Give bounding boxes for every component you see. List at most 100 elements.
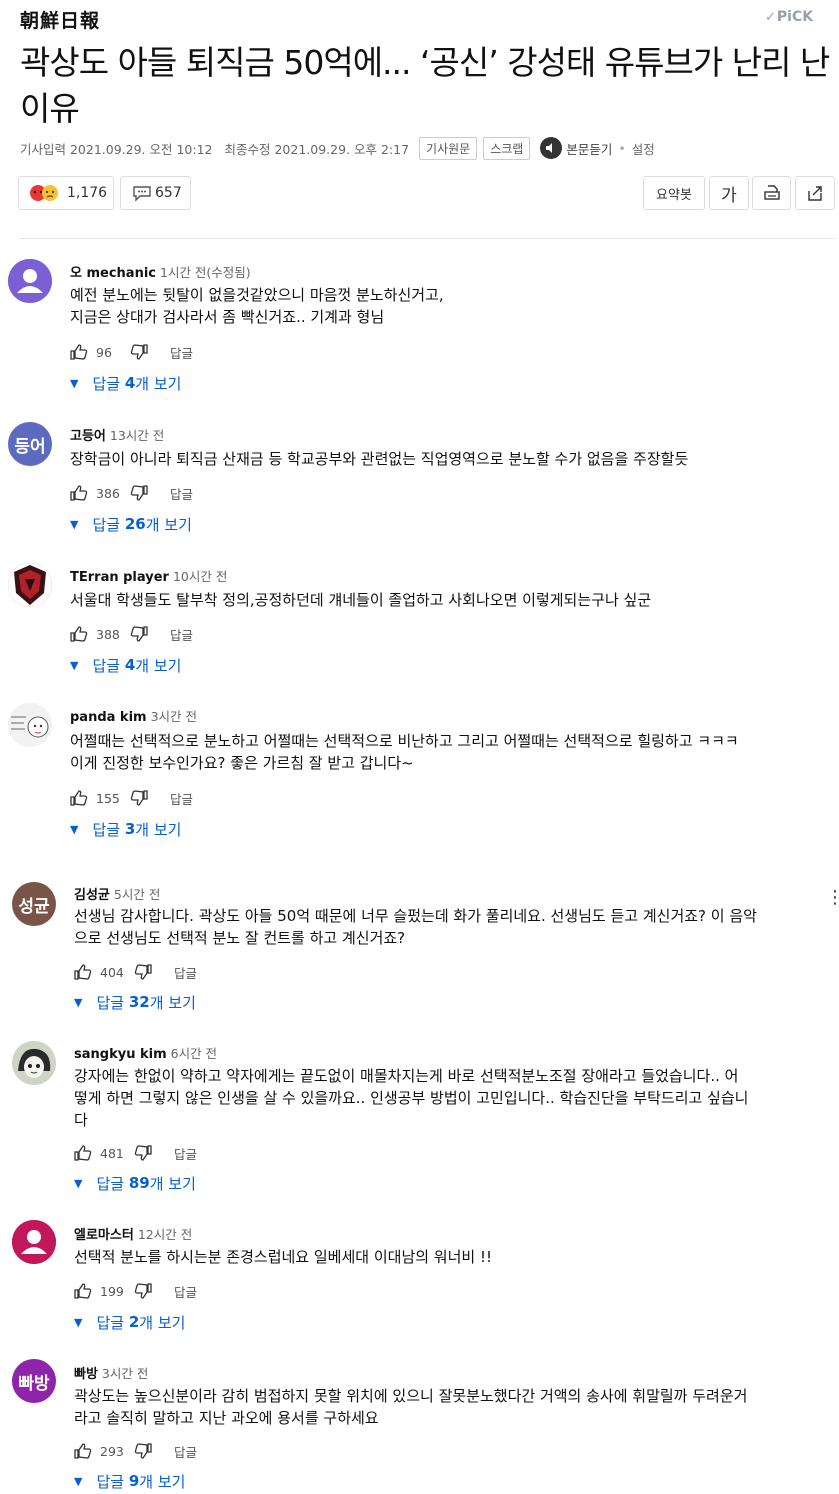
reply-button[interactable]: 답글 (174, 1282, 197, 1301)
scrap-button[interactable]: 스크랩 (483, 136, 531, 160)
comment-time: 3시간 전 (101, 1366, 149, 1381)
pick-badge: ✓PiCK (765, 9, 813, 25)
comment-count: 657 (155, 185, 182, 201)
replies-suffix: 개 보기 (145, 515, 192, 534)
share-button[interactable] (795, 176, 835, 210)
avatar[interactable]: 성균 (12, 882, 56, 926)
thumbs-up-icon[interactable] (70, 790, 88, 806)
comment-header: panda kim 3시간 전 (70, 706, 197, 725)
original-article-button[interactable]: 기사원문 (419, 136, 478, 160)
comment-author[interactable]: panda kim (70, 710, 147, 725)
view-replies-button[interactable]: ▼ 답글 4개 보기 (70, 654, 181, 676)
avatar[interactable] (12, 1041, 56, 1085)
thumbs-down-icon[interactable] (134, 1283, 174, 1299)
reply-button[interactable]: 답글 (170, 484, 193, 503)
comment-header: 고등어 13시간 전 (70, 425, 164, 444)
view-replies-button[interactable]: ▼ 답글 3개 보기 (70, 818, 181, 840)
comment-author[interactable]: 고등어 (70, 429, 106, 444)
comment-time: 5시간 전 (113, 887, 161, 902)
font-size-button[interactable]: 가 (709, 176, 749, 210)
article-title: 곽상도 아들 퇴직금 50억에... ‘공신’ 강성태 유튜브가 난리 난 이유 (20, 43, 830, 128)
view-replies-button[interactable]: ▼ 답글 32 개 보기 (74, 991, 196, 1013)
replies-suffix: 개 보기 (139, 1472, 186, 1491)
reply-button[interactable]: 답글 (170, 625, 193, 644)
avatar[interactable] (8, 563, 52, 607)
comment-author[interactable]: TErran player (70, 570, 169, 585)
replies-count: 26 (124, 515, 146, 533)
comment-text: 장학금이 아니라 퇴직금 산재금 등 학교공부와 관련없는 직업영역으로 분노할… (70, 450, 689, 468)
chevron-down-icon: ▼ (70, 517, 79, 531)
reply-button[interactable]: 답글 (174, 1144, 197, 1163)
reaction-count: 1,176 (67, 185, 108, 201)
avatar[interactable]: 빠방 (12, 1359, 56, 1403)
view-replies-button[interactable]: ▼ 답글 9개 보기 (74, 1470, 185, 1492)
thumbs-down-icon[interactable] (130, 344, 170, 360)
replies-label: 답글 (96, 1313, 129, 1332)
reply-button[interactable]: 답글 (174, 963, 197, 982)
thumbs-down-icon[interactable] (130, 626, 170, 642)
avatar[interactable] (8, 259, 52, 303)
like-count: 199 (100, 1283, 124, 1299)
comment-text: 어쩔때는 선택적으로 분노하고 어쩔때는 선택적으로 비난하고 그리고 어쩔때는… (70, 732, 739, 772)
shield-emblem-icon (8, 563, 52, 607)
more-options-icon[interactable]: ⋮ (826, 889, 839, 920)
comment-actions: 404 답글 (74, 962, 197, 982)
comment-header: 빠방 3시간 전 (74, 1363, 148, 1382)
cartoon-face-icon (12, 1041, 56, 1085)
comment-text: 서울대 학생들도 탈부착 정의,공정하던데 걔네들이 졸업하고 사회나오면 이렇… (70, 591, 652, 609)
comment-author[interactable]: sangkyu kim (74, 1047, 167, 1062)
view-replies-button[interactable]: ▼ 답글 2개 보기 (74, 1311, 185, 1333)
comment-header: TErran player 10시간 전 (70, 566, 227, 585)
avatar[interactable] (12, 1220, 56, 1264)
separator-dot: • (618, 140, 626, 156)
summary-bot-button[interactable]: 요약봇 (643, 176, 705, 210)
like-count: 155 (96, 790, 120, 806)
thumbs-up-icon[interactable] (74, 964, 92, 980)
replies-suffix: 개 보기 (149, 1174, 196, 1193)
comment-author[interactable]: 빠방 (74, 1367, 98, 1382)
thumbs-up-icon[interactable] (70, 485, 88, 501)
sketch-face-icon (8, 703, 52, 747)
reaction-button[interactable]: 1,176 (18, 176, 114, 210)
reply-button[interactable]: 답글 (170, 343, 193, 362)
listen-button[interactable]: 본문듣기 (540, 137, 612, 159)
thumbs-up-icon[interactable] (74, 1145, 92, 1161)
settings-link[interactable]: 설정 (632, 139, 655, 158)
thumbs-up-icon[interactable] (70, 344, 88, 360)
replies-count: 32 (128, 993, 150, 1011)
comment-author[interactable]: 엘로마스터 (74, 1228, 134, 1243)
comment-time: 6시간 전 (170, 1046, 218, 1061)
listen-label: 본문듣기 (566, 141, 613, 157)
thumbs-down-icon[interactable] (134, 1443, 174, 1459)
comment-actions: 155 답글 (70, 788, 193, 808)
like-count: 481 (100, 1145, 124, 1161)
chevron-down-icon: ▼ (70, 822, 79, 836)
thumbs-up-icon[interactable] (74, 1443, 92, 1459)
person-icon (12, 1220, 56, 1264)
like-count: 293 (100, 1443, 124, 1459)
thumbs-up-icon[interactable] (74, 1283, 92, 1299)
thumbs-up-icon[interactable] (70, 626, 88, 642)
comment-author[interactable]: 김성균 (74, 888, 110, 903)
view-replies-button[interactable]: ▼ 답글 89 개 보기 (74, 1172, 196, 1194)
reply-button[interactable]: 답글 (170, 789, 193, 808)
comment-time: 3시간 전 (150, 709, 198, 724)
print-button[interactable] (752, 176, 791, 210)
avatar[interactable]: 등어 (8, 422, 52, 466)
avatar[interactable] (8, 703, 52, 747)
comment-actions: 199 답글 (74, 1281, 197, 1301)
comment-count-button[interactable]: 657 (120, 176, 191, 210)
thumbs-down-icon[interactable] (134, 964, 174, 980)
view-replies-button[interactable]: ▼ 답글 4개 보기 (70, 372, 181, 394)
replies-label: 답글 (96, 993, 129, 1012)
comment-author[interactable]: 오 mechanic (70, 266, 156, 281)
comment-actions: 293 답글 (74, 1441, 197, 1461)
newspaper-logo[interactable]: 朝鮮日報 (20, 6, 100, 33)
reply-button[interactable]: 답글 (174, 1442, 197, 1461)
comment-actions: 481 답글 (74, 1143, 197, 1163)
thumbs-down-icon[interactable] (130, 485, 170, 501)
thumbs-down-icon[interactable] (134, 1145, 174, 1161)
view-replies-button[interactable]: ▼ 답글 26 개 보기 (70, 513, 192, 535)
thumbs-down-icon[interactable] (130, 790, 170, 806)
speaker-icon (540, 137, 563, 159)
